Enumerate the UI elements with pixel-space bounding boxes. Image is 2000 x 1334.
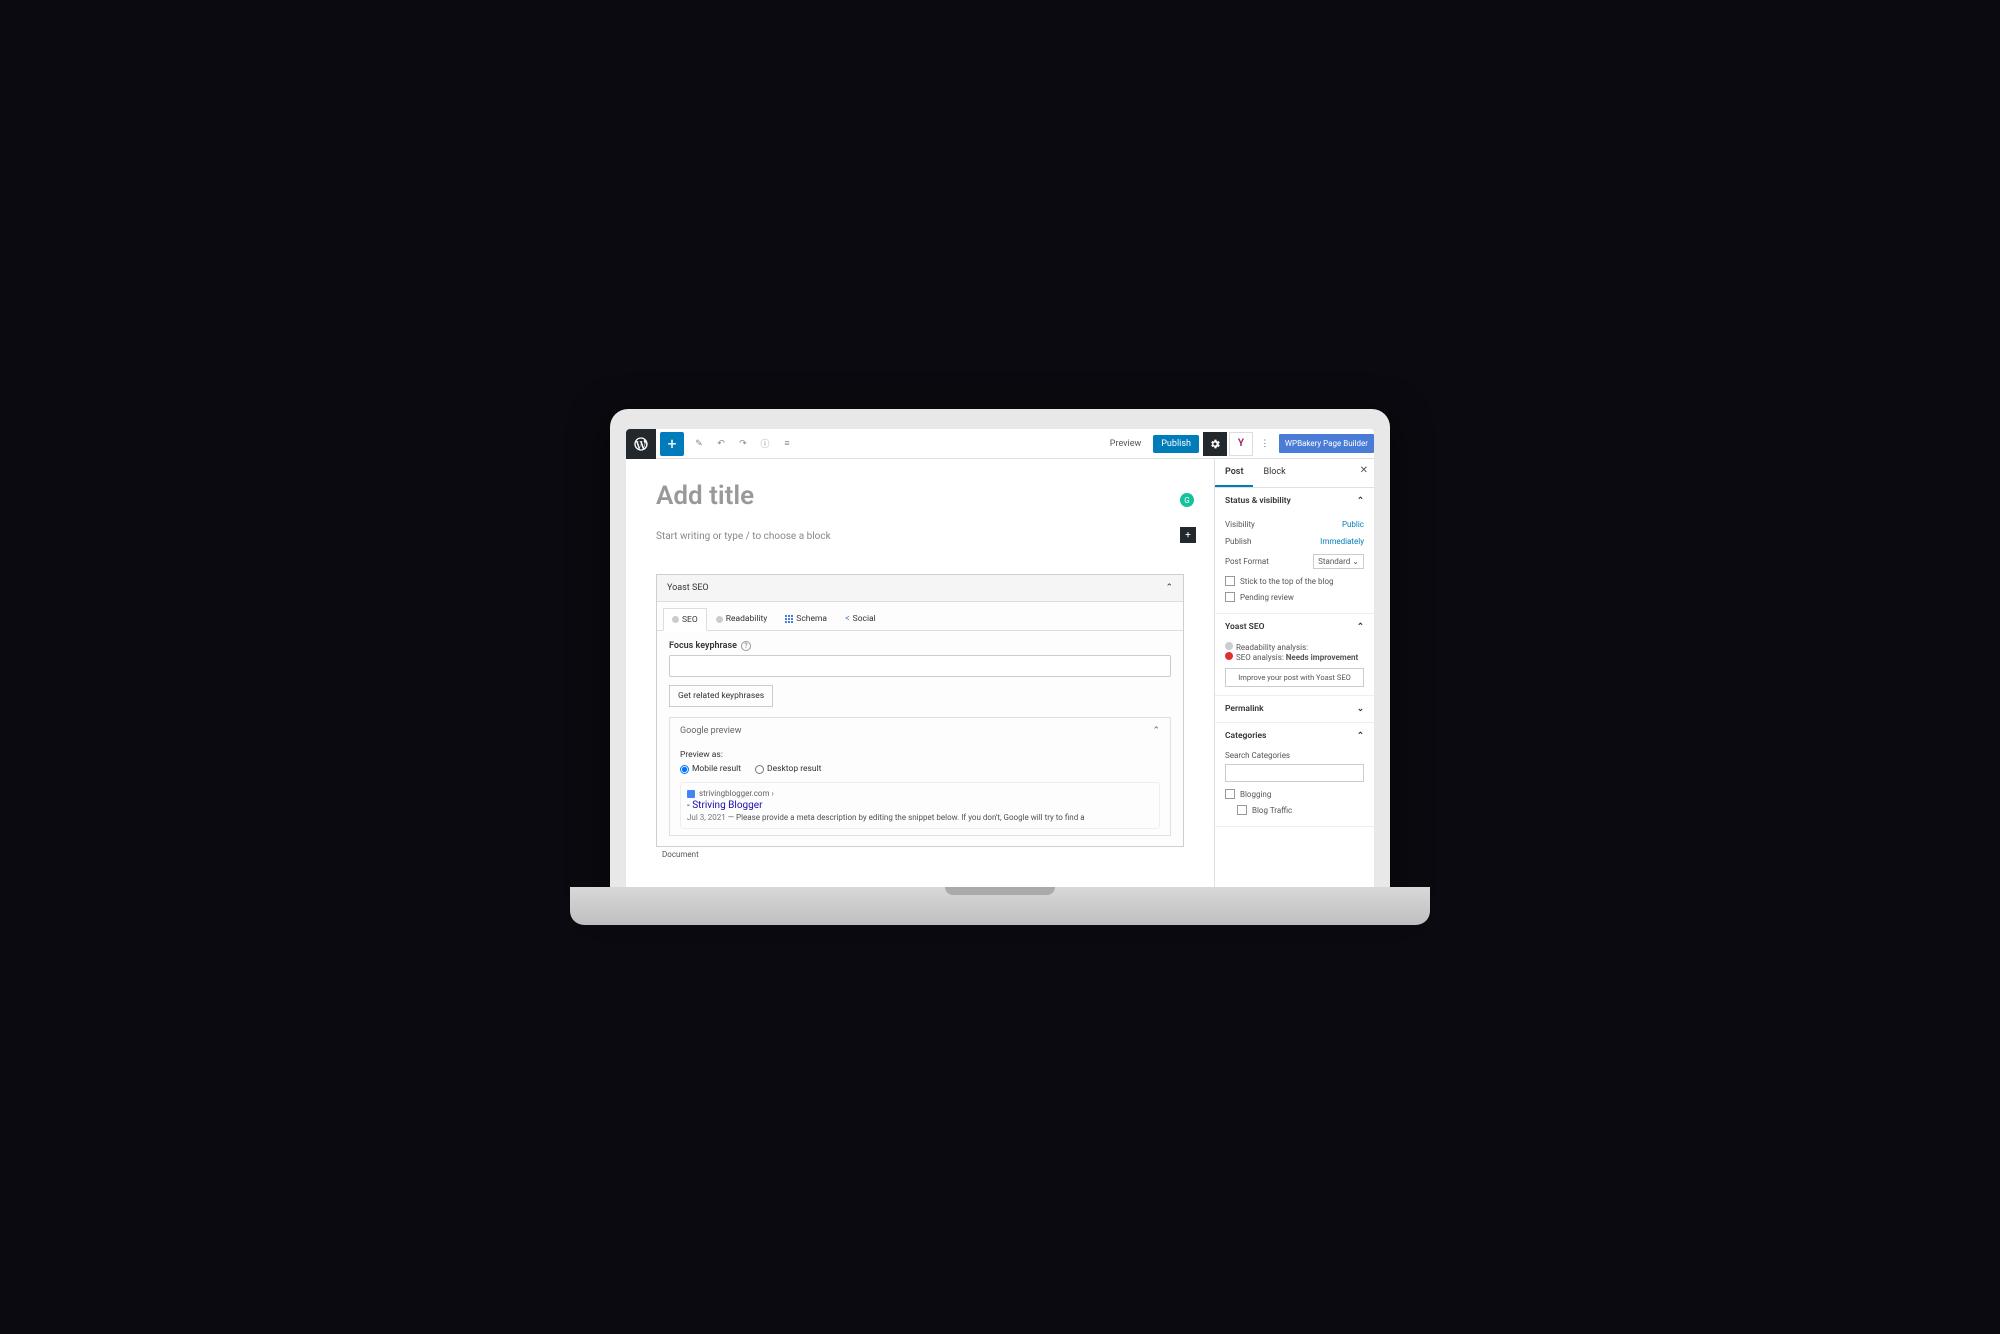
edit-icon[interactable]: ✎ — [688, 433, 710, 455]
tab-block[interactable]: Block — [1253, 459, 1295, 487]
help-icon[interactable]: ? — [741, 641, 751, 651]
snippet-title: - Striving Blogger — [687, 798, 1153, 813]
yoast-icon[interactable]: Y — [1229, 432, 1253, 456]
radio-mobile-result[interactable]: Mobile result — [680, 764, 741, 774]
publish-label: Publish — [1225, 537, 1251, 546]
yoast-seo-panel: Yoast SEO ⌃ SEO Readability Schema <Soci… — [656, 574, 1184, 847]
tab-schema[interactable]: Schema — [776, 608, 836, 630]
chevron-up-icon: ⌃ — [1357, 622, 1364, 632]
publish-value[interactable]: Immediately — [1320, 537, 1364, 546]
chevron-up-icon: ⌃ — [1357, 731, 1364, 741]
improve-with-yoast-button[interactable]: Improve your post with Yoast SEO — [1225, 668, 1364, 687]
snippet-url: strivingblogger.com › — [699, 789, 774, 798]
yoast-sidebar-header[interactable]: Yoast SEO⌃ — [1215, 614, 1374, 640]
readability-status-dot-icon — [716, 616, 723, 623]
chevron-down-icon: ⌄ — [1352, 557, 1359, 566]
preview-button[interactable]: Preview — [1102, 435, 1149, 453]
google-snippet-preview: strivingblogger.com › - Striving Blogger… — [680, 782, 1160, 829]
seo-analysis-row[interactable]: SEO analysis: Needs improvement — [1225, 652, 1364, 662]
wpbakery-button[interactable]: WPBakery Page Builder — [1279, 434, 1374, 453]
chevron-up-icon: ⌃ — [1357, 496, 1364, 506]
seo-status-dot-icon — [672, 616, 679, 623]
tab-seo[interactable]: SEO — [663, 608, 707, 631]
settings-button[interactable] — [1203, 432, 1227, 456]
close-sidebar-icon[interactable]: ✕ — [1360, 465, 1368, 476]
publish-button[interactable]: Publish — [1153, 435, 1199, 453]
yoast-panel-title: Yoast SEO — [667, 583, 709, 593]
focus-keyphrase-input[interactable] — [669, 655, 1171, 677]
radio-desktop-result[interactable]: Desktop result — [755, 764, 821, 774]
tab-social[interactable]: <Social — [836, 608, 885, 630]
tab-post[interactable]: Post — [1215, 459, 1253, 487]
status-visibility-header[interactable]: Status & visibility⌃ — [1215, 488, 1374, 514]
wordpress-logo-icon[interactable] — [626, 429, 656, 459]
category-blog-traffic-checkbox[interactable]: Blog Traffic — [1237, 802, 1364, 818]
snippet-description: Please provide a meta description by edi… — [736, 813, 1085, 822]
preview-as-label: Preview as: — [680, 750, 1160, 760]
chevron-up-icon: ⌃ — [1152, 726, 1160, 736]
search-categories-label: Search Categories — [1225, 751, 1364, 760]
post-format-select[interactable]: Standard ⌄ — [1313, 554, 1364, 569]
get-related-keyphrases-button[interactable]: Get related keyphrases — [669, 685, 773, 707]
google-preview-title: Google preview — [680, 726, 741, 736]
visibility-label: Visibility — [1225, 520, 1255, 529]
tab-readability[interactable]: Readability — [707, 608, 777, 630]
readability-analysis-row[interactable]: Readability analysis: — [1225, 642, 1364, 652]
more-options-icon[interactable]: ⋮ — [1255, 439, 1275, 449]
visibility-value[interactable]: Public — [1342, 520, 1364, 529]
document-footer-label[interactable]: Document — [656, 847, 1184, 862]
grammarly-icon[interactable]: G — [1180, 493, 1194, 507]
editor-toolbar: + ✎ ↶ ↷ ⓘ ≡ Preview Publish Y ⋮ WPBakery… — [626, 429, 1374, 459]
undo-icon[interactable]: ↶ — [710, 433, 732, 455]
share-icon: < — [845, 614, 850, 624]
info-icon[interactable]: ⓘ — [754, 433, 776, 455]
focus-keyphrase-label: Focus keyphrase ? — [669, 641, 1171, 651]
permalink-header[interactable]: Permalink⌄ — [1215, 696, 1374, 722]
settings-sidebar: Post Block ✕ Status & visibility⌃ Visibi… — [1214, 459, 1374, 889]
add-block-button[interactable]: + — [660, 432, 684, 456]
outline-icon[interactable]: ≡ — [776, 433, 798, 455]
content-placeholder-text: Start writing or type / to choose a bloc… — [656, 531, 831, 542]
seo-status-text: Needs improvement — [1286, 653, 1358, 662]
schema-grid-icon — [785, 615, 793, 623]
pending-review-checkbox[interactable]: Pending review — [1225, 589, 1364, 605]
content-input[interactable]: Start writing or type / to choose a bloc… — [656, 517, 1184, 556]
category-blogging-checkbox[interactable]: Blogging — [1225, 786, 1364, 802]
google-preview-header[interactable]: Google preview ⌃ — [670, 718, 1170, 744]
snippet-date: Jul 3, 2021 — [687, 813, 726, 822]
post-title-input[interactable]: Add title — [656, 469, 1184, 517]
favicon-icon — [687, 790, 695, 798]
editor-main: Add title G Start writing or type / to c… — [626, 459, 1214, 889]
add-block-inline-button[interactable]: + — [1180, 527, 1196, 543]
status-dot-grey-icon — [1225, 642, 1233, 650]
status-dot-red-icon — [1225, 652, 1233, 660]
chevron-down-icon: ⌄ — [1357, 704, 1364, 714]
post-format-label: Post Format — [1225, 557, 1269, 566]
search-categories-input[interactable] — [1225, 764, 1364, 782]
chevron-up-icon: ⌃ — [1165, 583, 1173, 593]
yoast-tabs: SEO Readability Schema <Social — [657, 602, 1183, 631]
yoast-panel-header[interactable]: Yoast SEO ⌃ — [657, 575, 1183, 602]
stick-top-checkbox[interactable]: Stick to the top of the blog — [1225, 573, 1364, 589]
categories-header[interactable]: Categories⌃ — [1215, 723, 1374, 749]
redo-icon[interactable]: ↷ — [732, 433, 754, 455]
